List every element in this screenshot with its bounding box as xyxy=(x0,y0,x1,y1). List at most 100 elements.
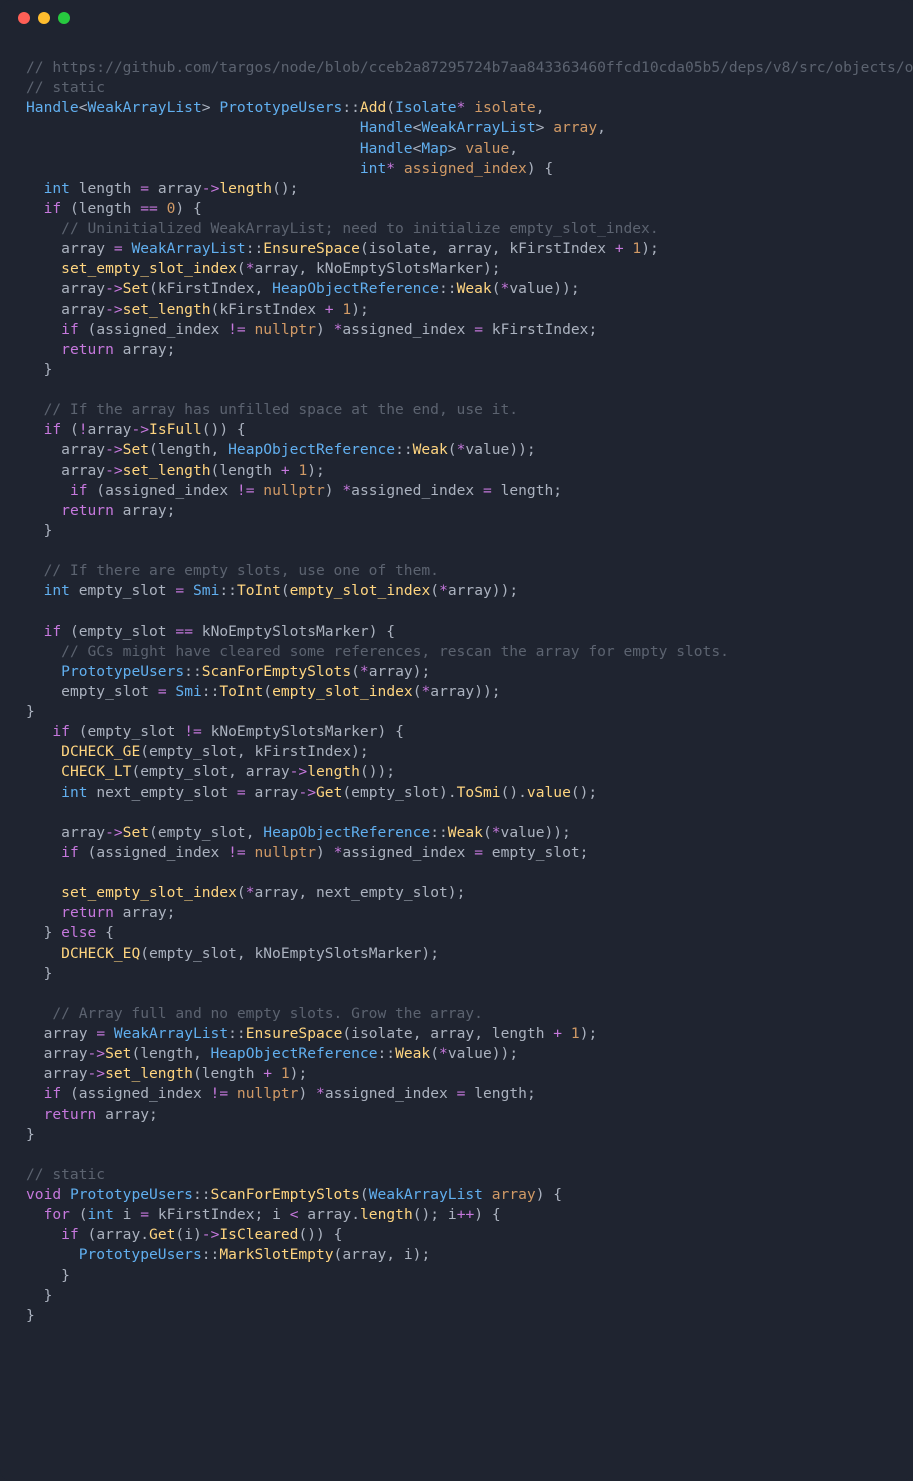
id-i-4: i xyxy=(184,1226,193,1243)
call-esi-2: empty_slot_index xyxy=(272,683,413,700)
type-int-2: int xyxy=(44,180,70,197)
id-array-8: array xyxy=(88,421,132,438)
kw-if-4: if xyxy=(70,482,88,499)
param-isolate: isolate xyxy=(474,99,536,116)
kw-if-1: if xyxy=(44,200,62,217)
ty-hor: HeapObjectReference xyxy=(272,280,439,297)
id-knoempty-3: kNoEmptySlotsMarker xyxy=(211,723,378,740)
call-dcheckge: DCHECK_GE xyxy=(61,743,140,760)
id-isolate-2: isolate xyxy=(351,1025,413,1042)
id-ai-7: assigned_index xyxy=(79,1085,202,1102)
var-nes: next_empty_slot xyxy=(96,784,228,801)
id-kfirst-5: kFirstIndex xyxy=(254,743,351,760)
kw-return-2: return xyxy=(61,502,114,519)
kw-return-1: return xyxy=(61,341,114,358)
id-array-17: array xyxy=(61,824,105,841)
id-array-19: array xyxy=(123,904,167,921)
kw-return-4: return xyxy=(44,1106,97,1123)
lit-null-4: nullptr xyxy=(237,1085,299,1102)
id-ai-6: assigned_index xyxy=(342,844,465,861)
call-get-2: Get xyxy=(149,1226,175,1243)
call-checklt: CHECK_LT xyxy=(61,763,131,780)
call-set: Set xyxy=(123,280,149,297)
type-wal-2: WeakArrayList xyxy=(421,119,535,136)
type-int-4: int xyxy=(61,784,87,801)
call-iscleared: IsCleared xyxy=(219,1226,298,1243)
call-weak-4: Weak xyxy=(395,1045,430,1062)
ty-pu-3: PrototypeUsers xyxy=(70,1186,193,1203)
ty-wal-4: WeakArrayList xyxy=(114,1025,228,1042)
ty-wal-5: WeakArrayList xyxy=(369,1186,483,1203)
call-tosmi: ToSmi xyxy=(457,784,501,801)
minimize-icon[interactable] xyxy=(38,12,50,24)
id-array-2: array xyxy=(61,240,105,257)
type-handle-2: Handle xyxy=(360,119,413,136)
code-area[interactable]: // https://github.com/targos/node/blob/c… xyxy=(0,36,913,1356)
ty-pu-2: PrototypeUsers xyxy=(61,663,184,680)
type-handle: Handle xyxy=(26,99,79,116)
id-array-4: array xyxy=(254,260,298,277)
id-value-3: value xyxy=(501,824,545,841)
call-setlength: set_length xyxy=(123,301,211,318)
call-esi: empty_slot_index xyxy=(290,582,431,599)
id-kfirst: kFirstIndex xyxy=(509,240,606,257)
id-nes-2: next_empty_slot xyxy=(316,884,448,901)
call-toint: ToInt xyxy=(237,582,281,599)
ty-smi-2: Smi xyxy=(175,683,201,700)
call-weak-2: Weak xyxy=(413,441,448,458)
num-1b: 1 xyxy=(342,301,351,318)
num-1c: 1 xyxy=(298,462,307,479)
comment-uninit: // Uninitialized WeakArrayList; need to … xyxy=(61,220,658,237)
comment-empty: // If there are empty slots, use one of … xyxy=(44,562,439,579)
id-array-22: array xyxy=(44,1045,88,1062)
id-array-10: array xyxy=(61,462,105,479)
num-1a: 1 xyxy=(632,240,641,257)
id-array-9: array xyxy=(61,441,105,458)
code-window: // https://github.com/targos/node/blob/c… xyxy=(0,0,913,1481)
fn-add: Add xyxy=(360,99,386,116)
id-es-9: empty_slot xyxy=(149,945,237,962)
id-length: length xyxy=(79,200,132,217)
id-length-6: length xyxy=(140,1045,193,1062)
close-icon[interactable] xyxy=(18,12,30,24)
zoom-icon[interactable] xyxy=(58,12,70,24)
id-es-3: empty_slot xyxy=(88,723,176,740)
window-titlebar xyxy=(0,0,913,36)
id-es-4: empty_slot xyxy=(149,743,237,760)
id-length-7: length xyxy=(202,1065,255,1082)
comment-static-2: // static xyxy=(26,1166,105,1183)
type-weakarraylist: WeakArrayList xyxy=(88,99,202,116)
call-value: value xyxy=(527,784,571,801)
call-length-3: length xyxy=(360,1206,413,1223)
param-array: array xyxy=(553,119,597,136)
param-assigned-index: assigned_index xyxy=(404,160,527,177)
id-kfirst-3: kFirstIndex xyxy=(219,301,316,318)
id-kfirst-4: kFirstIndex xyxy=(492,321,589,338)
call-sfes: ScanForEmptySlots xyxy=(202,663,351,680)
type-prototypeusers: PrototypeUsers xyxy=(219,99,342,116)
ty-hor-2: HeapObjectReference xyxy=(228,441,395,458)
lit-null-3: nullptr xyxy=(255,844,317,861)
id-array-27: array xyxy=(342,1246,386,1263)
ty-hor-3: HeapObjectReference xyxy=(263,824,430,841)
call-toint-2: ToInt xyxy=(219,683,263,700)
kw-for: for xyxy=(44,1206,70,1223)
lit-null-1: nullptr xyxy=(255,321,317,338)
id-value-2: value xyxy=(465,441,509,458)
kw-if-7: if xyxy=(61,844,79,861)
id-es-8: empty_slot xyxy=(492,844,580,861)
id-array-24: array xyxy=(105,1106,149,1123)
id-es-6: empty_slot xyxy=(351,784,439,801)
call-set-4: Set xyxy=(105,1045,131,1062)
fn-sfes: ScanForEmptySlots xyxy=(211,1186,360,1203)
comment-url: // https://github.com/targos/node/blob/c… xyxy=(26,59,913,76)
call-sesi: set_empty_slot_index xyxy=(61,260,237,277)
id-array-6: array xyxy=(61,301,105,318)
id-array-23: array xyxy=(44,1065,88,1082)
id-es-7: empty_slot xyxy=(158,824,246,841)
id-array-20: array xyxy=(44,1025,88,1042)
call-set-2: Set xyxy=(123,441,149,458)
id-value-4: value xyxy=(448,1045,492,1062)
call-ensurespace: EnsureSpace xyxy=(263,240,360,257)
id-length-8: length xyxy=(474,1085,527,1102)
